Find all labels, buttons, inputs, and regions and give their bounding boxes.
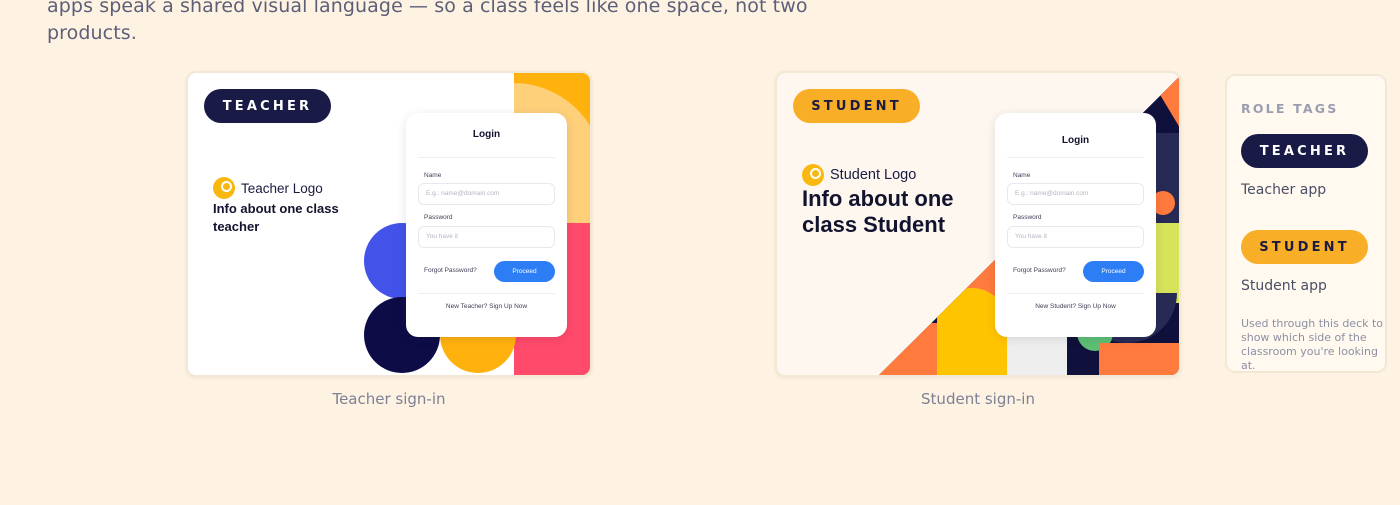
student-logo: Student Logo (802, 164, 916, 186)
proceed-button[interactable]: Proceed (494, 261, 555, 282)
role-tags-panel: ROLE TAGS TEACHER Teacher app STUDENT St… (1225, 74, 1387, 373)
teacher-role-tag: TEACHER (204, 89, 331, 123)
divider (1007, 157, 1144, 158)
student-app-label: Student app (1241, 278, 1327, 294)
student-signin-card: STUDENT Student Logo Info about one clas… (775, 71, 1181, 377)
student-login-form: Login Name E.g.: name@domain.com Passwor… (995, 113, 1156, 337)
password-field[interactable]: You have it (1007, 226, 1144, 248)
password-label: Password (1013, 214, 1042, 221)
name-field[interactable]: E.g.: name@domain.com (418, 183, 555, 205)
teacher-login-form: Login Name E.g.: name@domain.com Passwor… (406, 113, 567, 337)
divider (1007, 293, 1144, 294)
role-tags-title: ROLE TAGS (1241, 101, 1339, 116)
student-info-text: Info about one class Student (802, 186, 954, 237)
logo-icon (213, 177, 235, 199)
password-label: Password (424, 214, 453, 221)
forgot-password-link[interactable]: Forgot Password? (424, 267, 477, 274)
student-caption: Student sign-in (921, 390, 1035, 408)
signup-link[interactable]: New Teacher? Sign Up Now (406, 303, 567, 310)
teacher-signin-card: TEACHER Teacher Logo Info about one clas… (186, 71, 592, 377)
teacher-logo: Teacher Logo (213, 177, 323, 199)
signup-link[interactable]: New Student? Sign Up Now (995, 303, 1156, 310)
intro-text: apps speak a shared visual language — so… (47, 0, 808, 44)
role-tags-note: Used through this deck to show which sid… (1241, 317, 1384, 372)
password-field[interactable]: You have it (418, 226, 555, 248)
student-tag-sample: STUDENT (1241, 230, 1368, 264)
student-role-tag: STUDENT (793, 89, 920, 123)
teacher-caption: Teacher sign-in (332, 390, 446, 408)
teacher-logo-text: Teacher Logo (241, 180, 323, 196)
forgot-password-link[interactable]: Forgot Password? (1013, 267, 1066, 274)
logo-icon (802, 164, 824, 186)
login-title: Login (472, 129, 501, 140)
divider (418, 157, 555, 158)
login-title: Login (1061, 135, 1090, 146)
name-label: Name (1013, 172, 1031, 179)
teacher-info-text: Info about one class teacher (213, 201, 339, 234)
teacher-tag-sample: TEACHER (1241, 134, 1368, 168)
teacher-app-label: Teacher app (1241, 182, 1327, 198)
name-label: Name (424, 172, 442, 179)
proceed-button[interactable]: Proceed (1083, 261, 1144, 282)
student-logo-text: Student Logo (830, 167, 917, 183)
name-field[interactable]: E.g.: name@domain.com (1007, 183, 1144, 205)
divider (418, 293, 555, 294)
